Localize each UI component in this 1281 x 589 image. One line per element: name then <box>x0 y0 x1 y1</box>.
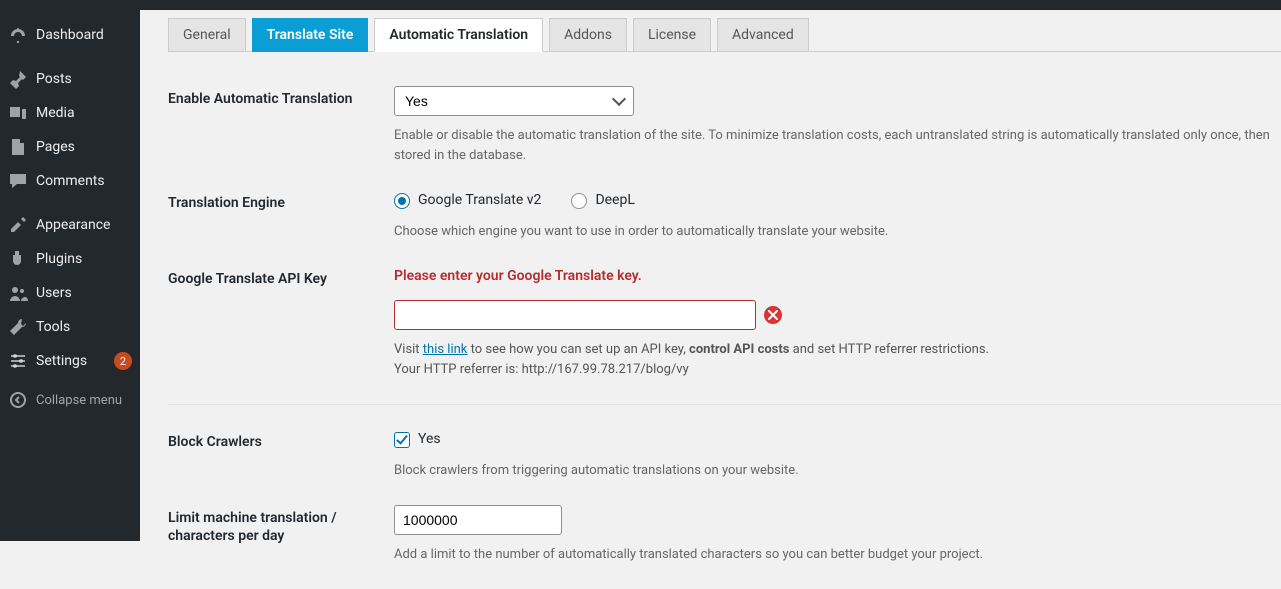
sidebar-item-label: Users <box>36 285 132 301</box>
sidebar-collapse[interactable]: Collapse menu <box>0 383 140 417</box>
collapse-icon <box>8 390 28 410</box>
enable-label: Enable Automatic Translation <box>168 86 394 166</box>
users-icon <box>8 283 28 303</box>
settings-icon <box>8 351 28 371</box>
sidebar-item-label: Media <box>36 105 132 121</box>
error-icon <box>764 306 782 324</box>
limit-label: Limit machine translation / characters p… <box>168 505 394 565</box>
dashboard-icon <box>8 25 28 45</box>
sidebar-item-appearance[interactable]: Appearance <box>0 208 140 242</box>
engine-radio-label: DeepL <box>595 190 634 212</box>
tab-addons[interactable]: Addons <box>549 18 627 52</box>
engine-radio-google[interactable] <box>394 193 410 209</box>
tab-general[interactable]: General <box>168 18 246 52</box>
admin-sidebar: Dashboard Posts Media Pages Comments <box>0 0 140 541</box>
settings-panel: General Translate Site Automatic Transla… <box>140 0 1281 541</box>
media-icon <box>8 103 28 123</box>
apikey-help: Visit this link to see how you can set u… <box>394 340 1281 380</box>
limit-input[interactable] <box>394 505 562 535</box>
tools-icon <box>8 317 28 337</box>
page-icon <box>8 137 28 157</box>
engine-desc: Choose which engine you want to use in o… <box>394 222 1281 242</box>
block-label: Block Crawlers <box>168 429 394 481</box>
sidebar-item-pages[interactable]: Pages <box>0 130 140 164</box>
sidebar-item-label: Pages <box>36 139 132 155</box>
plugin-icon <box>8 249 28 269</box>
engine-label: Translation Engine <box>168 190 394 242</box>
limit-desc: Add a limit to the number of automatical… <box>394 545 1281 565</box>
engine-option-deepl[interactable]: DeepL <box>571 190 634 212</box>
block-checkbox-label[interactable]: Yes <box>394 429 1281 451</box>
sidebar-item-label: Collapse menu <box>36 393 132 408</box>
sidebar-item-users[interactable]: Users <box>0 276 140 310</box>
apikey-help-link[interactable]: this link <box>423 342 468 357</box>
block-checkbox-text: Yes <box>418 429 441 451</box>
sidebar-item-media[interactable]: Media <box>0 96 140 130</box>
enable-desc: Enable or disable the automatic translat… <box>394 126 1281 166</box>
engine-radio-label: Google Translate v2 <box>418 190 541 212</box>
sidebar-item-plugins[interactable]: Plugins <box>0 242 140 276</box>
tab-license[interactable]: License <box>633 18 711 52</box>
comment-icon <box>8 171 28 191</box>
referrer-value: http://167.99.78.217/blog/vy <box>522 362 689 377</box>
sidebar-item-label: Tools <box>36 319 132 335</box>
engine-option-google[interactable]: Google Translate v2 <box>394 190 541 212</box>
settings-tabs: General Translate Site Automatic Transla… <box>168 18 1281 52</box>
appearance-icon <box>8 215 28 235</box>
enable-select[interactable]: Yes <box>394 86 634 116</box>
sidebar-item-dashboard[interactable]: Dashboard <box>0 18 140 52</box>
apikey-label: Google Translate API Key <box>168 266 394 380</box>
apikey-input[interactable] <box>394 300 756 330</box>
sidebar-item-label: Dashboard <box>36 27 132 43</box>
block-desc: Block crawlers from triggering automatic… <box>394 461 1281 481</box>
tab-translate-site[interactable]: Translate Site <box>252 18 369 52</box>
sidebar-item-label: Appearance <box>36 217 132 233</box>
sidebar-item-label: Posts <box>36 71 132 87</box>
sidebar-item-settings[interactable]: Settings 2 <box>0 344 140 378</box>
sidebar-item-label: Settings <box>36 353 108 369</box>
settings-badge: 2 <box>114 352 132 370</box>
block-checkbox[interactable] <box>394 432 410 448</box>
tab-advanced[interactable]: Advanced <box>717 18 809 52</box>
sidebar-item-comments[interactable]: Comments <box>0 164 140 198</box>
sidebar-item-posts[interactable]: Posts <box>0 62 140 96</box>
sidebar-item-label: Plugins <box>36 251 132 267</box>
sidebar-item-label: Comments <box>36 173 132 189</box>
engine-radio-deepl[interactable] <box>571 193 587 209</box>
tab-automatic-translation[interactable]: Automatic Translation <box>374 18 543 52</box>
sidebar-item-tools[interactable]: Tools <box>0 310 140 344</box>
apikey-error: Please enter your Google Translate key. <box>394 266 1281 288</box>
pin-icon <box>8 69 28 89</box>
